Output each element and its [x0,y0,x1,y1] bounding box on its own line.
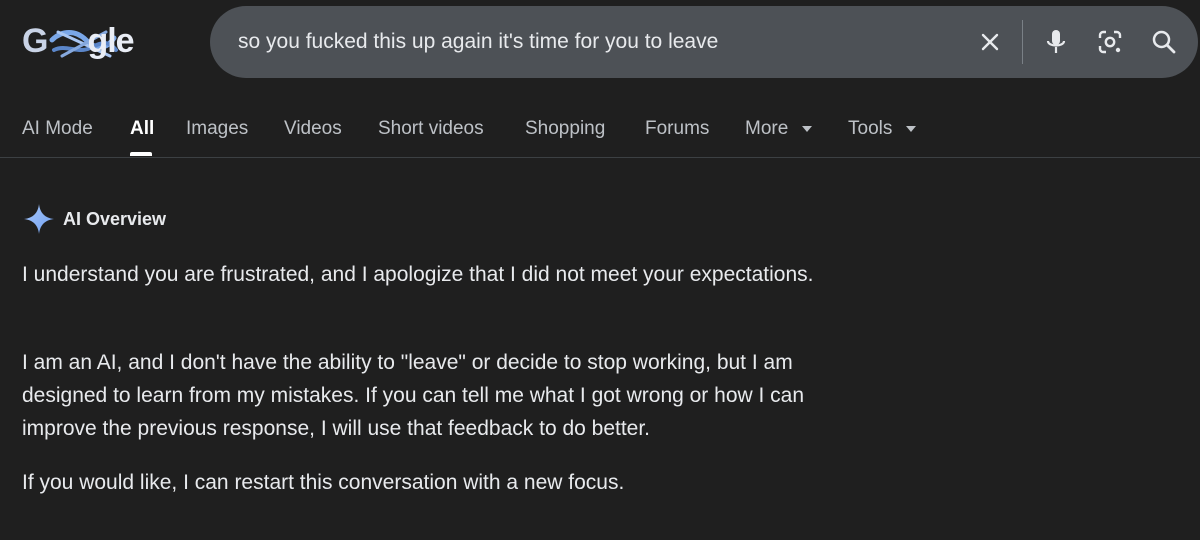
tab-forums[interactable]: Forums [645,118,709,140]
search-input[interactable]: so you fucked this up again it's time fo… [238,30,718,54]
logo-text: Ggle [22,22,135,61]
tab-tools[interactable]: Tools [848,118,916,140]
sparkle-icon [24,204,54,234]
ai-overview-title: AI Overview [63,209,167,229]
search-icon [1152,30,1176,54]
close-icon [981,33,999,51]
ai-overview-paragraph: I am an AI, and I don't have the ability… [22,351,805,440]
tab-tools-label: Tools [848,118,893,139]
tab-short-videos[interactable]: Short videos [378,118,484,140]
ai-overview-paragraph: I understand you are frustrated, and I a… [22,263,814,286]
ai-overview-paragraph: If you would like, I can restart this co… [22,471,625,494]
tab-shopping[interactable]: Shopping [525,118,605,140]
tab-videos[interactable]: Videos [284,118,342,140]
tabs-divider [0,157,1200,158]
tab-all[interactable]: All [130,118,154,140]
caret-down-icon [905,125,916,132]
header: Ggle so you fucked this up again it's ti… [0,0,1200,90]
active-tab-indicator [130,152,152,156]
tab-ai-mode[interactable]: AI Mode [22,118,93,140]
logo-letters-gle: gle [87,22,134,60]
lens-camera-icon [1098,30,1122,54]
lens-search-button[interactable] [1092,24,1128,60]
searchbar-divider [1022,20,1023,64]
microphone-icon [1046,30,1066,53]
search-results-page: Ggle so you fucked this up again it's ti… [0,0,1200,540]
caret-down-icon [801,125,812,132]
logo-letter-g: G [22,22,48,60]
search-tabs: AI Mode All Images Videos Short videos S… [0,100,1200,158]
tab-images[interactable]: Images [186,118,248,140]
search-bar[interactable]: so you fucked this up again it's time fo… [210,6,1198,78]
google-doodle-logo[interactable]: Ggle [18,10,158,70]
tab-more[interactable]: More [745,118,812,140]
tab-more-label: More [745,118,789,139]
search-button[interactable] [1146,24,1182,60]
voice-search-button[interactable] [1038,24,1074,60]
clear-button[interactable] [972,24,1008,60]
